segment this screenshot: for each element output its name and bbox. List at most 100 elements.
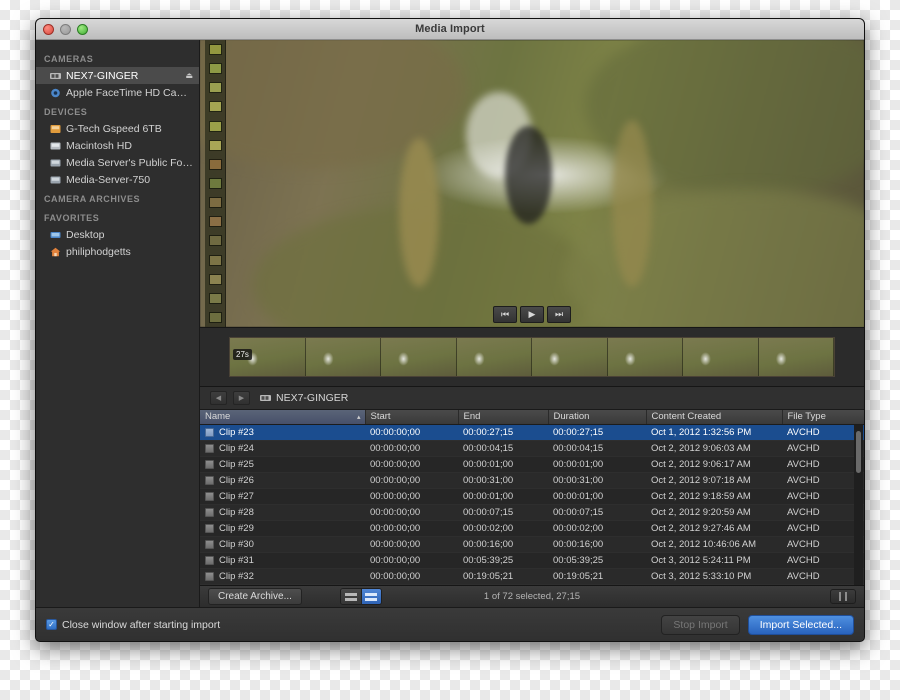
cell-name[interactable]: Clip #28 — [200, 504, 365, 521]
window-controls — [43, 23, 88, 35]
title-bar[interactable]: Media Import — [36, 19, 864, 40]
eject-icon[interactable]: ⏏ — [185, 71, 193, 80]
cell-duration: 00:19:05;21 — [548, 568, 646, 585]
cell-duration: 00:00:16;00 — [548, 536, 646, 553]
sidebar-item-media-servers-public-folder[interactable]: Media Server's Public Folder — [36, 154, 199, 171]
column-header-end[interactable]: End — [458, 410, 549, 425]
filmstrip-cell[interactable] — [683, 338, 759, 376]
cell-file-type: AVCHD — [782, 488, 864, 505]
cell-content-created: Oct 2, 2012 10:46:06 AM — [646, 536, 782, 553]
cell-name[interactable]: Clip #23 — [200, 424, 365, 441]
cell-name[interactable]: Clip #26 — [200, 472, 365, 489]
column-header-start[interactable]: Start — [365, 410, 459, 425]
sidebar-item-philiphodgetts[interactable]: philiphodgetts — [36, 243, 199, 260]
sidebar-item-label: Media-Server-750 — [66, 173, 151, 186]
filmstrip-view-icon[interactable] — [360, 589, 381, 604]
nav-back-button[interactable]: ◀ — [210, 391, 227, 405]
cell-name[interactable]: Clip #31 — [200, 552, 365, 569]
table-row[interactable]: Clip #23 00:00:00;00 00:00:27;15 00:00:2… — [200, 424, 864, 441]
filmstrip-cell[interactable] — [607, 338, 683, 376]
close-button[interactable] — [43, 23, 54, 35]
cell-end: 00:00:16;00 — [458, 536, 548, 553]
sidebar-item-media-server-750[interactable]: Media-Server-750 — [36, 171, 199, 188]
cell-name[interactable]: Clip #24 — [200, 440, 365, 457]
cell-start: 00:00:00;00 — [365, 440, 458, 457]
table-row[interactable]: Clip #32 00:00:00;00 00:19:05;21 00:19:0… — [200, 568, 864, 585]
skip-back-button[interactable]: ⏮ — [493, 306, 517, 323]
table-row[interactable]: Clip #30 00:00:00;00 00:00:16;00 00:00:1… — [200, 536, 864, 553]
sidebar-item-facetime-camera[interactable]: Apple FaceTime HD Camera (Built-in) — [36, 84, 199, 101]
sidebar-section-cameras-header: CAMERAS — [44, 54, 94, 64]
column-header-name[interactable]: Name ▴ — [200, 410, 366, 425]
cell-end: 00:00:27;15 — [458, 424, 548, 441]
breadcrumb: NEX7-GINGER — [260, 392, 348, 404]
play-button[interactable]: ▶ — [520, 306, 544, 323]
transport-controls: ⏮ ▶ ⏭ — [200, 306, 864, 323]
cell-duration: 00:00:07;15 — [548, 504, 646, 521]
clip-table-container[interactable]: Name ▴ Start End Duration Content Create… — [200, 410, 864, 601]
cell-name[interactable]: Clip #32 — [200, 568, 365, 585]
cell-content-created: Oct 2, 2012 9:18:59 AM — [646, 488, 782, 505]
sidebar-item-desktop[interactable]: Desktop — [36, 226, 199, 243]
clip-thumbnail-icon — [205, 427, 214, 437]
table-row[interactable]: Clip #25 00:00:00;00 00:00:01;00 00:00:0… — [200, 456, 864, 473]
import-selected-button[interactable]: Import Selected... — [747, 614, 854, 635]
cell-name[interactable]: Clip #29 — [200, 520, 365, 537]
cell-duration: 00:00:01;00 — [548, 488, 646, 505]
column-header-duration[interactable]: Duration — [548, 410, 647, 425]
sidebar-item-label: philiphodgetts — [66, 245, 131, 258]
table-row[interactable]: Clip #31 00:00:00;00 00:05:39;25 00:05:3… — [200, 552, 864, 569]
clip-thumbnail-icon — [205, 491, 214, 501]
vertical-filmstrip[interactable] — [205, 40, 226, 327]
cell-file-type: AVCHD — [782, 520, 864, 537]
sidebar-item-macintosh-hd[interactable]: Macintosh HD — [36, 137, 199, 154]
sidebar-item-label: NEX7-GINGER — [66, 69, 139, 82]
filmstrip-cell[interactable] — [381, 338, 457, 376]
zoom-button[interactable] — [77, 23, 88, 35]
table-row[interactable]: Clip #27 00:00:00;00 00:00:01;00 00:00:0… — [200, 488, 864, 505]
cell-file-type: AVCHD — [782, 424, 864, 441]
table-row[interactable]: Clip #26 00:00:00;00 00:00:31;00 00:00:3… — [200, 472, 864, 489]
close-window-checkbox[interactable]: ✓ — [46, 619, 57, 630]
clip-table: Name ▴ Start End Duration Content Create… — [200, 410, 864, 601]
stop-import-button[interactable]: Stop Import — [661, 614, 740, 635]
table-row[interactable]: Clip #28 00:00:00;00 00:00:07;15 00:00:0… — [200, 504, 864, 521]
clip-name-label: Clip #30 — [219, 538, 254, 550]
cell-start: 00:00:00;00 — [365, 552, 458, 569]
cell-content-created: Oct 3, 2012 5:24:11 PM — [646, 552, 782, 569]
list-view-icon[interactable] — [340, 589, 361, 604]
media-import-window: Media Import CAMERAS NEX7-GINGER ⏏ Apple… — [35, 18, 865, 642]
cell-end: 00:00:04;15 — [458, 440, 548, 457]
table-row[interactable]: Clip #24 00:00:00;00 00:00:04;15 00:00:0… — [200, 440, 864, 457]
cell-end: 00:00:01;00 — [458, 488, 548, 505]
filmstrip-cell[interactable] — [758, 338, 834, 376]
sidebar[interactable]: CAMERAS NEX7-GINGER ⏏ Apple FaceTime HD … — [36, 40, 200, 607]
create-archive-button[interactable]: Create Archive... — [208, 587, 302, 606]
cell-content-created: Oct 2, 2012 9:06:03 AM — [646, 440, 782, 457]
minimize-button[interactable] — [60, 23, 71, 35]
filmstrip-cell[interactable] — [305, 338, 381, 376]
nav-forward-button[interactable]: ▶ — [233, 391, 250, 405]
cell-name[interactable]: Clip #27 — [200, 488, 365, 505]
cell-name[interactable]: Clip #30 — [200, 536, 365, 553]
clip-filmstrip[interactable]: 27s — [229, 337, 835, 377]
cell-name[interactable]: Clip #25 — [200, 456, 365, 473]
drive-icon — [50, 124, 61, 133]
sidebar-item-nex7-ginger[interactable]: NEX7-GINGER ⏏ — [36, 67, 199, 84]
close-window-checkbox-row[interactable]: ✓ Close window after starting import — [46, 619, 220, 631]
sidebar-item-g-tech-gspeed-6tb[interactable]: G-Tech Gspeed 6TB — [36, 120, 199, 137]
filmstrip-cell[interactable] — [456, 338, 532, 376]
cell-end: 00:00:07;15 — [458, 504, 548, 521]
skip-forward-button[interactable]: ⏭ — [547, 306, 571, 323]
table-scrollbar[interactable] — [854, 425, 863, 585]
sidebar-item-label: G-Tech Gspeed 6TB — [66, 122, 162, 135]
table-row[interactable]: Clip #29 00:00:00;00 00:00:02;00 00:00:0… — [200, 520, 864, 537]
video-preview[interactable]: ⏮ ▶ ⏭ — [200, 40, 864, 327]
clip-name-label: Clip #32 — [219, 570, 254, 582]
scrollbar-thumb[interactable] — [856, 431, 861, 473]
thumbnail-size-slider[interactable] — [830, 589, 856, 604]
table-header-row: Name ▴ Start End Duration Content Create… — [200, 410, 864, 425]
filmstrip-cell[interactable] — [532, 338, 608, 376]
column-header-file-type[interactable]: File Type — [782, 410, 864, 425]
column-header-content-created[interactable]: Content Created — [646, 410, 783, 425]
